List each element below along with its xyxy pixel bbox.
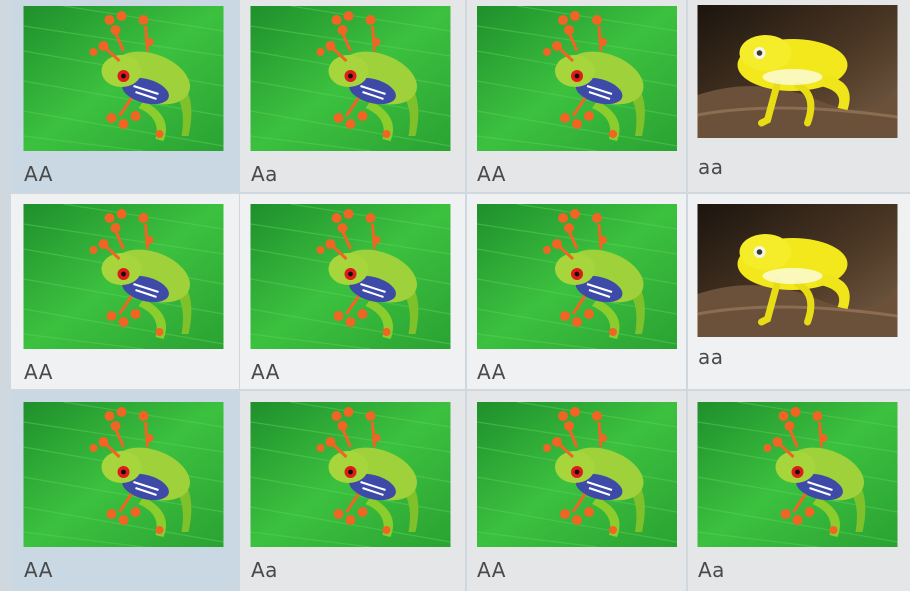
tile-caption: AA <box>24 558 53 582</box>
grid-tile[interactable]: AA <box>11 391 239 591</box>
grid-tile[interactable]: AA <box>11 0 239 192</box>
tile-caption: AA <box>477 558 506 582</box>
tile-caption: aa <box>698 155 724 179</box>
tile-caption: AA <box>24 360 53 384</box>
grid-tile[interactable]: Aa <box>688 391 910 591</box>
grid-tile[interactable]: aa <box>688 0 910 192</box>
grid-tile[interactable]: AA <box>467 194 686 389</box>
yellow-frog-thumbnail <box>697 204 898 337</box>
red-eyed-tree-frog-thumbnail <box>477 402 677 547</box>
tile-caption: AA <box>24 162 53 186</box>
red-eyed-tree-frog-thumbnail <box>23 204 224 349</box>
grid-tile[interactable]: AA <box>240 194 465 389</box>
red-eyed-tree-frog-thumbnail <box>250 402 451 547</box>
grid-tile[interactable]: aa <box>688 194 910 389</box>
tile-caption: Aa <box>698 558 725 582</box>
red-eyed-tree-frog-thumbnail <box>697 402 898 547</box>
tile-caption: Aa <box>251 162 278 186</box>
red-eyed-tree-frog-thumbnail <box>23 402 224 547</box>
grid-tile[interactable]: AA <box>467 391 686 591</box>
tile-caption: AA <box>251 360 280 384</box>
red-eyed-tree-frog-thumbnail <box>477 204 677 349</box>
red-eyed-tree-frog-thumbnail <box>250 204 451 349</box>
red-eyed-tree-frog-thumbnail <box>23 6 224 151</box>
image-grid: AA Aa AA aa AA AA AA aa AA Aa AA Aa <box>0 0 910 591</box>
grid-tile[interactable]: Aa <box>240 0 465 192</box>
red-eyed-tree-frog-thumbnail <box>250 6 451 151</box>
grid-tile[interactable]: AA <box>11 194 239 389</box>
tile-caption: AA <box>477 360 506 384</box>
tile-caption: Aa <box>251 558 278 582</box>
yellow-frog-thumbnail <box>697 5 898 138</box>
tile-caption: AA <box>477 162 506 186</box>
tile-caption: aa <box>698 345 724 369</box>
red-eyed-tree-frog-thumbnail <box>477 6 677 151</box>
grid-tile[interactable]: Aa <box>240 391 465 591</box>
grid-tile[interactable]: AA <box>467 0 686 192</box>
